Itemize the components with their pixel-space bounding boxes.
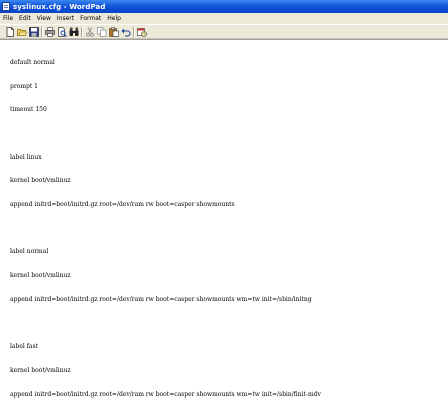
toolbar-separator	[41, 27, 43, 37]
document-line: default normal	[10, 58, 55, 66]
standard-toolbar	[0, 24, 448, 39]
document-line	[10, 320, 321, 328]
copy-icon[interactable]	[97, 27, 107, 37]
title-bar[interactable]: syslinux.cfg - WordPad	[0, 0, 448, 13]
new-document-icon[interactable]	[5, 27, 15, 37]
menu-bar: File Edit View Insert Format Help	[0, 13, 448, 24]
document-line: kernel boot/vmlinuz	[10, 177, 71, 185]
document-line: label fast	[10, 343, 39, 351]
document-line	[10, 130, 321, 138]
menu-insert[interactable]: Insert	[54, 13, 77, 24]
document-line: kernel boot/vmlinuz	[10, 272, 71, 280]
menu-format[interactable]: Format	[77, 13, 104, 24]
paste-icon[interactable]	[109, 27, 119, 37]
window-title: syslinux.cfg - WordPad	[13, 2, 106, 11]
cut-icon[interactable]	[85, 27, 95, 37]
document-line: timeout 150	[10, 106, 47, 114]
undo-icon[interactable]	[121, 27, 131, 37]
menu-edit[interactable]: Edit	[16, 13, 34, 24]
document-line: prompt 1	[10, 82, 38, 90]
document-line: append initrd=boot/initrd.gz root=/dev/r…	[10, 390, 321, 398]
wordpad-window: syslinux.cfg - WordPad File Edit View In…	[0, 0, 448, 398]
save-icon[interactable]	[29, 27, 39, 37]
document-line: label linux	[10, 153, 42, 161]
open-folder-icon[interactable]	[17, 27, 27, 37]
document-editor[interactable]: default normal prompt 1 timeout 150 labe…	[0, 39, 448, 398]
document-line: append initrd=boot/initrd.gz root=/dev/r…	[10, 201, 235, 209]
print-icon[interactable]	[45, 27, 55, 37]
print-preview-icon[interactable]	[57, 27, 67, 37]
menu-help[interactable]: Help	[104, 13, 124, 24]
menu-view[interactable]: View	[34, 13, 54, 24]
find-icon[interactable]	[69, 27, 79, 37]
date-time-icon[interactable]	[137, 27, 147, 37]
toolbar-separator	[133, 27, 135, 37]
toolbar-separator	[81, 27, 83, 37]
document-text[interactable]: default normal prompt 1 timeout 150 labe…	[10, 43, 321, 414]
document-line: kernel boot/vmlinuz	[10, 366, 71, 374]
document-line: label normal	[10, 248, 49, 256]
document-line	[10, 225, 321, 233]
menu-file[interactable]: File	[0, 13, 16, 24]
wordpad-app-icon[interactable]	[2, 2, 10, 11]
